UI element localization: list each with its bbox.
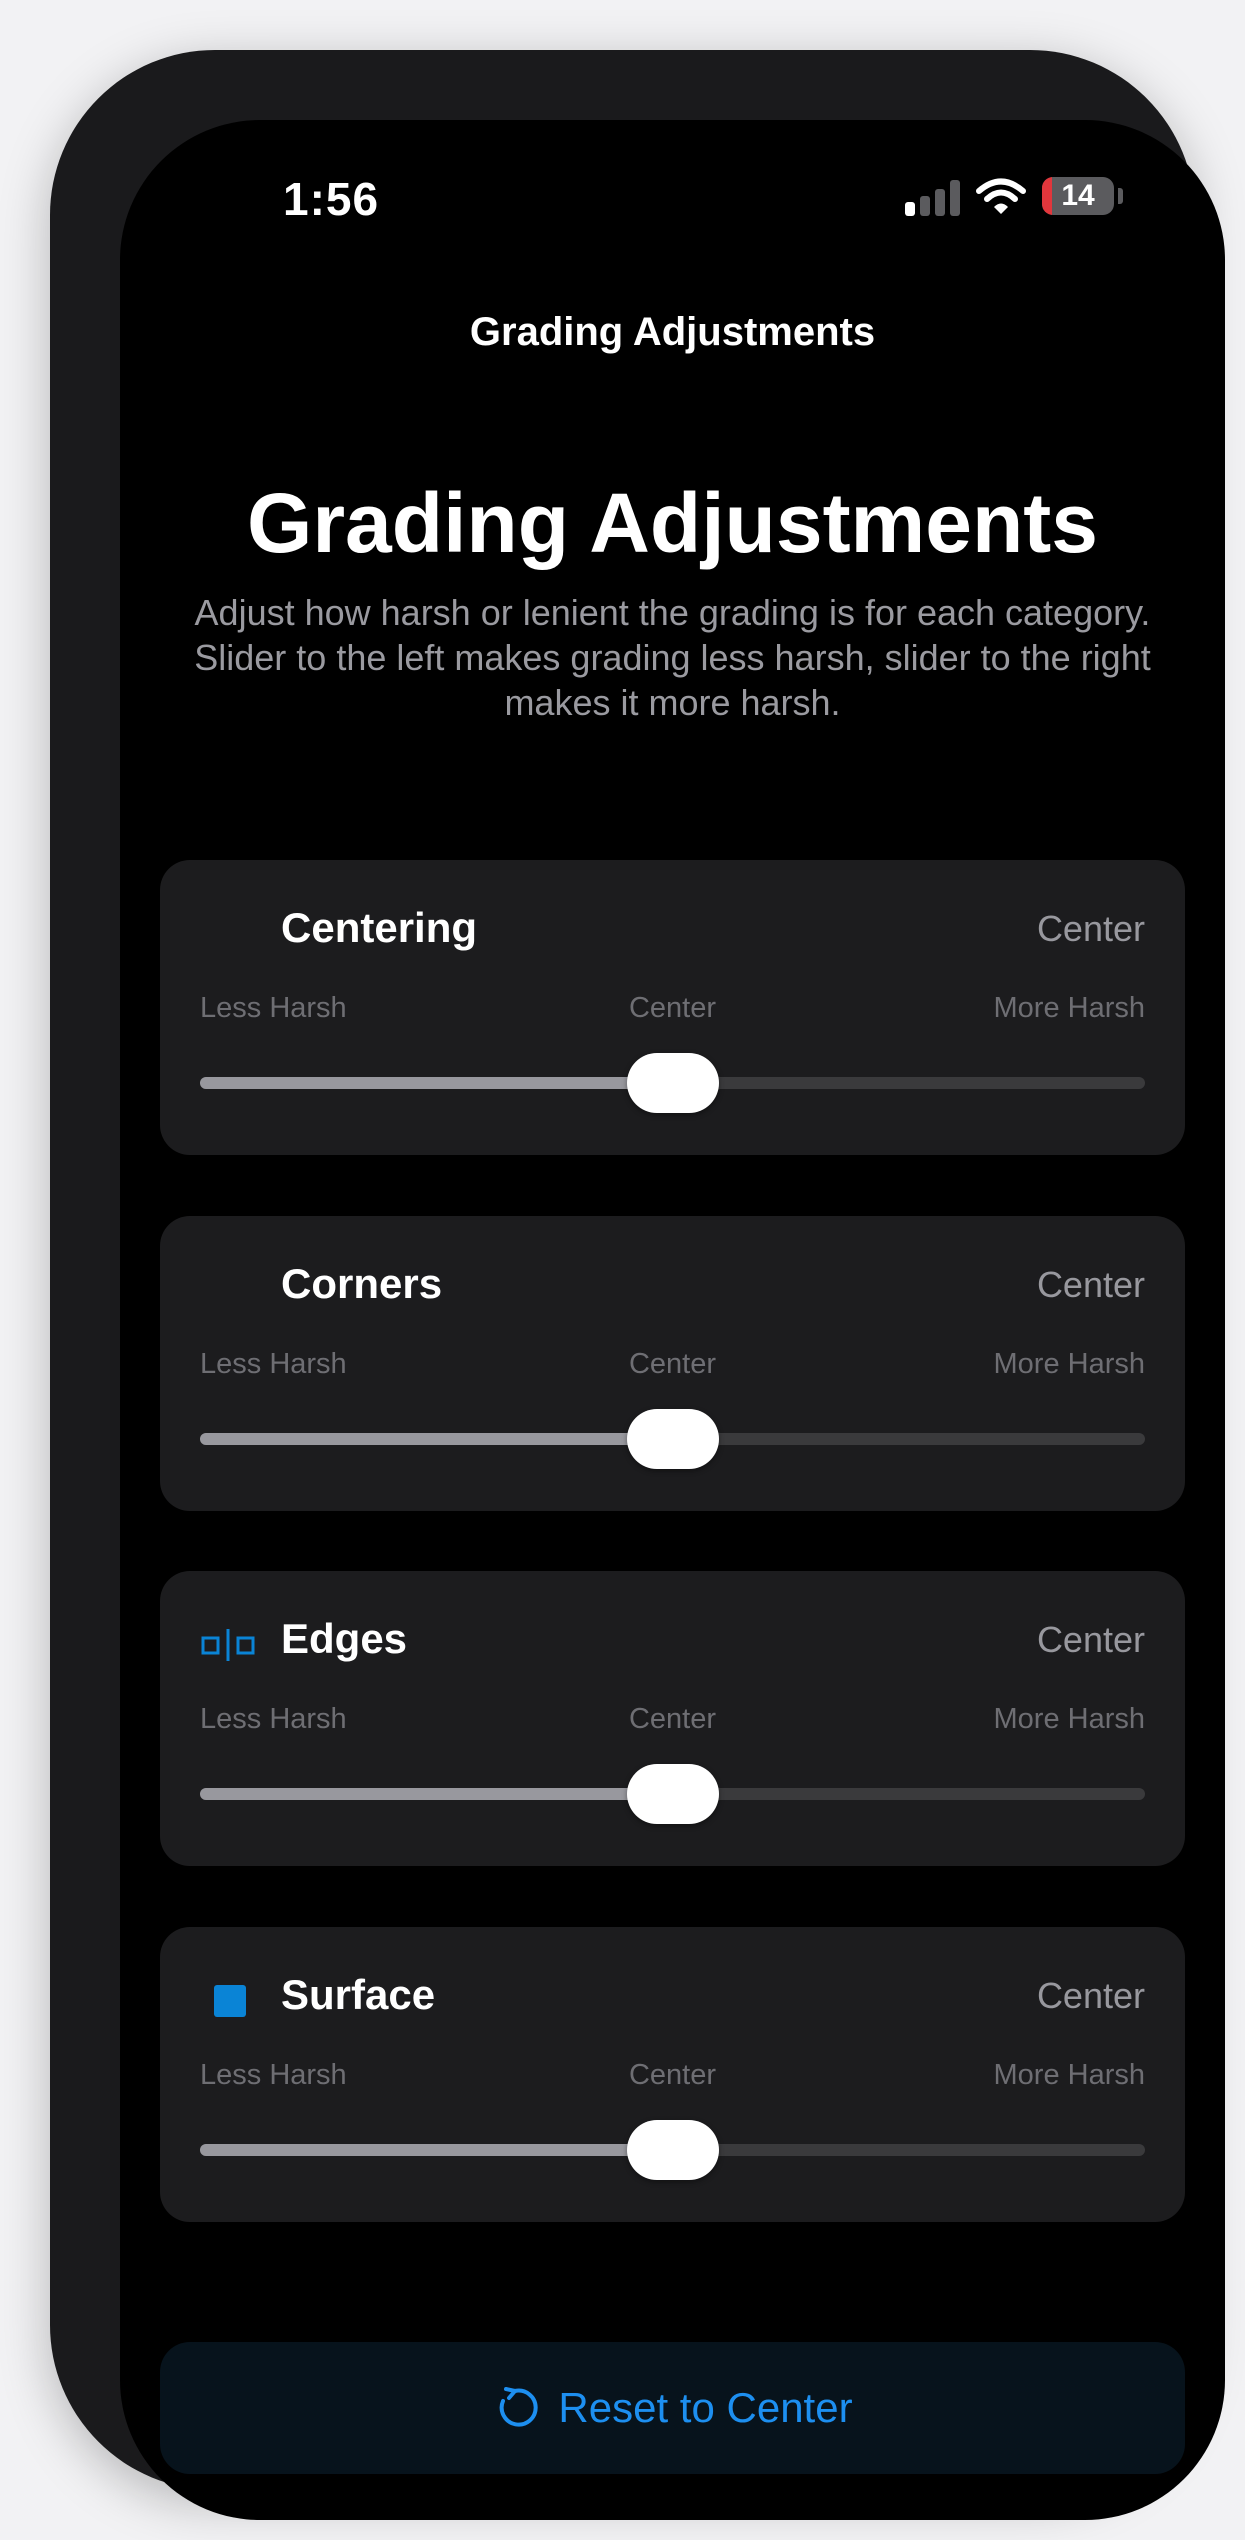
scale-label-right: More Harsh (993, 992, 1146, 1024)
phone-frame: 1:56 14 Grading Adjustments Grading Adju… (50, 50, 1225, 2520)
cellular-signal-icon (905, 180, 961, 216)
centering-slider[interactable] (200, 1053, 1145, 1113)
category-card-edges: Edges Center Less Harsh Center More Hars… (160, 1571, 1185, 1866)
category-title: Surface (281, 1971, 436, 2018)
status-time: 1:56 (283, 173, 380, 225)
category-title: Edges (281, 1615, 408, 1662)
slider-thumb[interactable] (626, 2120, 719, 2180)
page-description: Adjust how harsh or lenient the grading … (194, 592, 1151, 723)
category-value: Center (1036, 908, 1145, 949)
nav-title: Grading Adjustments (469, 310, 876, 354)
page-title: Grading Adjustments (247, 476, 1098, 570)
scale-label-right: More Harsh (993, 1348, 1146, 1380)
category-card-centering: Centering Center Less Harsh Center More … (160, 860, 1185, 1155)
slider-thumb[interactable] (626, 1764, 719, 1824)
reset-arrow-icon (500, 2387, 539, 2427)
status-bar: 1:56 14 (120, 120, 1225, 270)
slider-fill (200, 1788, 673, 1800)
slider-fill (200, 1433, 673, 1445)
category-card-corners: Corners Center Less Harsh Center More Ha… (160, 1216, 1185, 1511)
wifi-icon (976, 178, 1026, 214)
category-title: Corners (281, 1260, 443, 1307)
scale-label-right: More Harsh (993, 2059, 1146, 2091)
edges-icon (201, 1629, 255, 1661)
reset-button-label: Reset to Center (558, 2384, 853, 2431)
reset-to-center-button[interactable]: Reset to Center (160, 2342, 1185, 2474)
category-value: Center (1036, 1975, 1145, 2016)
battery-level: 14 (1061, 179, 1095, 212)
battery-cap (1118, 188, 1123, 204)
surface-slider[interactable] (200, 2120, 1145, 2180)
category-title: Centering (281, 904, 478, 951)
category-card-surface: Surface Center Less Harsh Center More Ha… (160, 1927, 1185, 2222)
corners-slider[interactable] (200, 1409, 1145, 1469)
battery-icon: 14 (1042, 177, 1114, 215)
slider-fill (200, 2144, 673, 2156)
slider-thumb[interactable] (626, 1053, 719, 1113)
edges-slider[interactable] (200, 1764, 1145, 1824)
scale-label-right: More Harsh (993, 1703, 1146, 1735)
category-value: Center (1036, 1264, 1145, 1305)
slider-thumb[interactable] (626, 1409, 719, 1469)
category-value: Center (1036, 1619, 1145, 1660)
surface-square-icon (214, 1985, 246, 2017)
slider-fill (200, 1077, 673, 1089)
screen: 1:56 14 Grading Adjustments Grading Adju… (120, 120, 1225, 2520)
